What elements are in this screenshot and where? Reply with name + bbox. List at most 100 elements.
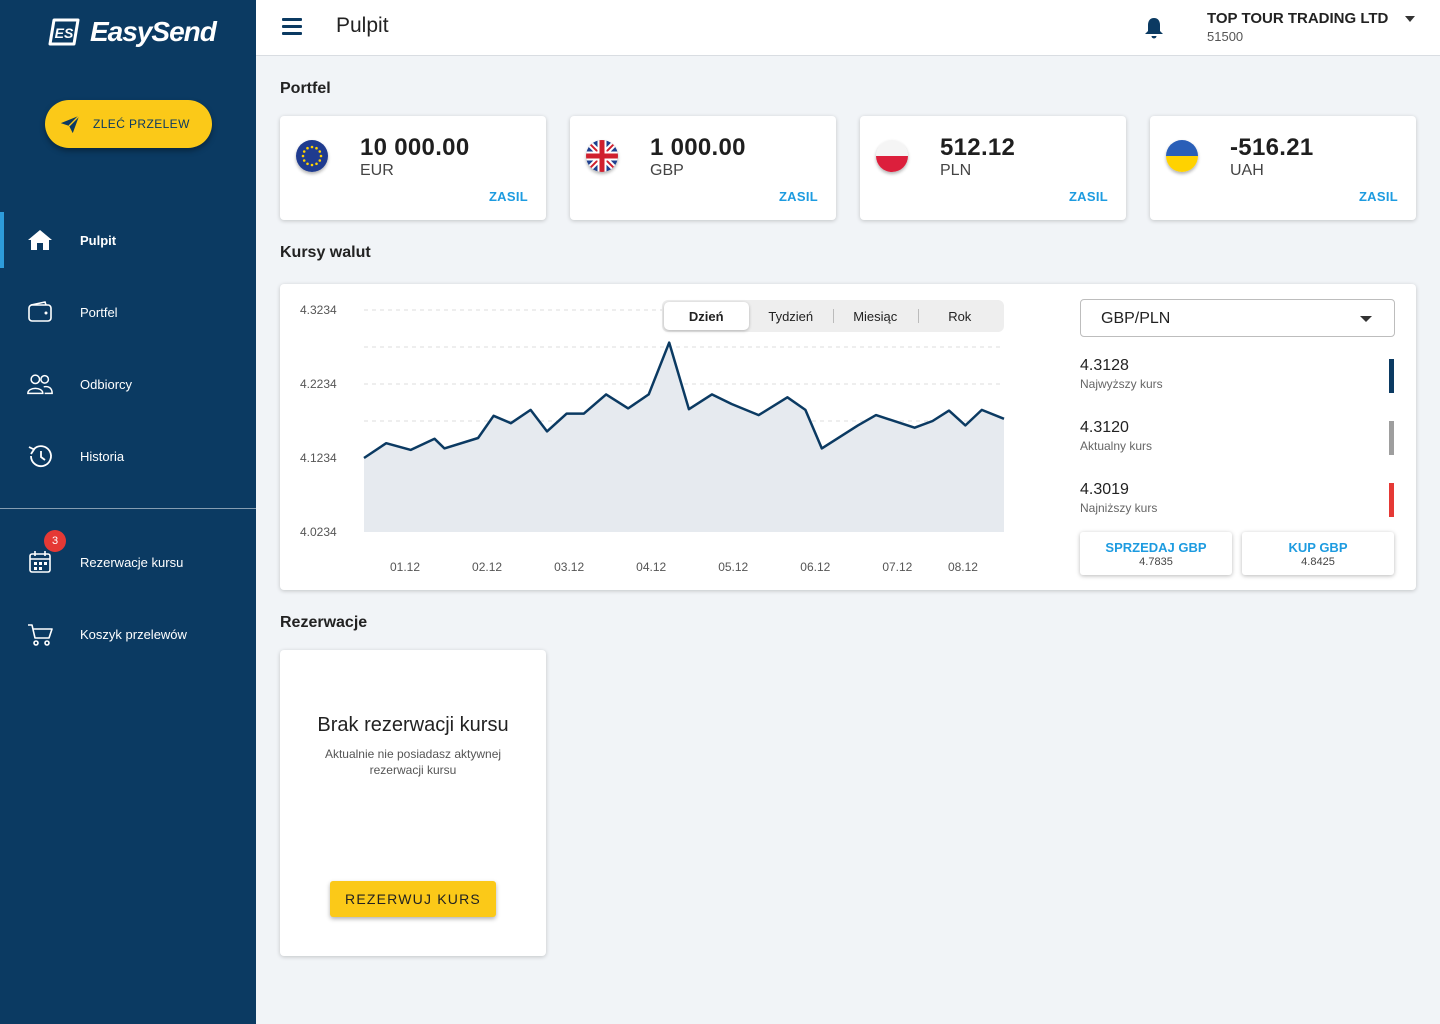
wallet-card-uah: -516.21 UAH ZASIL bbox=[1150, 116, 1416, 220]
pl-flag-icon bbox=[876, 140, 908, 172]
sell-gbp-button[interactable]: SPRZEDAJ GBP 4.7835 bbox=[1080, 532, 1232, 575]
order-transfer-button[interactable]: ZLEĆ PRZELEW bbox=[45, 100, 212, 148]
sidebar-item-historia[interactable]: Historia bbox=[0, 428, 256, 484]
sell-gbp-rate: 4.7835 bbox=[1139, 556, 1173, 568]
x-tick-label: 06.12 bbox=[800, 560, 830, 574]
wallet-card-eur: 10 000.00 EUR ZASIL bbox=[280, 116, 546, 220]
sidebar-item-label: Historia bbox=[80, 448, 125, 464]
top-bar: Pulpit TOP TOUR TRADING LTD 51500 bbox=[256, 0, 1440, 56]
reservations-empty-subtitle: Aktualnie nie posiadasz aktywnej rezerwa… bbox=[324, 747, 502, 777]
reservation-count-badge: 3 bbox=[44, 530, 66, 552]
sidebar-item-pulpit[interactable]: Pulpit bbox=[0, 212, 256, 268]
wallet-currency: EUR bbox=[360, 162, 394, 179]
sidebar-item-label: Pulpit bbox=[80, 232, 117, 248]
wallet-heading: Portfel bbox=[280, 80, 331, 97]
history-icon bbox=[26, 442, 54, 470]
menu-icon[interactable] bbox=[282, 18, 302, 36]
sidebar-item-odbiorcy[interactable]: Odbiorcy bbox=[0, 356, 256, 412]
wallet-amount: 512.12 bbox=[940, 134, 1016, 161]
wallet-currency: UAH bbox=[1230, 162, 1264, 179]
users-icon bbox=[26, 370, 54, 398]
easysend-logo-icon: ES bbox=[48, 18, 80, 46]
current-rate-label: Aktualny kurs bbox=[1080, 439, 1153, 453]
sidebar: ES EasySend ZLEĆ PRZELEW Pulpit Portfel … bbox=[0, 0, 256, 1024]
highest-rate-value: 4.3128 bbox=[1080, 357, 1129, 374]
tab-miesiac[interactable]: Miesiąc bbox=[833, 302, 918, 330]
sell-gbp-label: SPRZEDAJ GBP bbox=[1105, 540, 1207, 555]
brand-logo[interactable]: ES EasySend bbox=[48, 16, 217, 48]
wallet-card-gbp: 1 000.00 GBP ZASIL bbox=[570, 116, 836, 220]
reserve-rate-button[interactable]: REZERWUJ KURS bbox=[330, 881, 496, 917]
svg-text:ES: ES bbox=[55, 25, 74, 41]
y-tick-label: 4.1234 bbox=[300, 451, 337, 465]
sidebar-item-label: Portfel bbox=[80, 304, 118, 320]
period-tabs: Dzień Tydzień Miesiąc Rok bbox=[662, 300, 1004, 332]
sidebar-item-rezerwacje-kursu[interactable]: 3 Rezerwacje kursu bbox=[0, 530, 256, 590]
top-up-button[interactable]: ZASIL bbox=[779, 189, 818, 204]
x-tick-label: 04.12 bbox=[636, 560, 666, 574]
notifications-bell-icon[interactable] bbox=[1142, 16, 1166, 40]
x-tick-label: 08.12 bbox=[948, 560, 978, 574]
current-rate-stat: 4.3120 Aktualny kurs bbox=[1080, 419, 1152, 453]
reservations-card: Brak rezerwacji kursu Aktualnie nie posi… bbox=[280, 650, 546, 956]
tab-tydzien[interactable]: Tydzień bbox=[749, 302, 834, 330]
highest-rate-indicator bbox=[1389, 359, 1394, 393]
wallet-currency: PLN bbox=[940, 162, 972, 179]
sidebar-item-label: Koszyk przelewów bbox=[80, 626, 187, 642]
x-tick-label: 03.12 bbox=[554, 560, 584, 574]
lowest-rate-stat: 4.3019 Najniższy kurs bbox=[1080, 481, 1157, 515]
top-up-button[interactable]: ZASIL bbox=[1069, 189, 1108, 204]
wallet-icon bbox=[26, 298, 54, 326]
highest-rate-stat: 4.3128 Najwyższy kurs bbox=[1080, 357, 1163, 391]
company-id: 51500 bbox=[1207, 29, 1244, 44]
current-rate-value: 4.3120 bbox=[1080, 419, 1129, 436]
lowest-rate-label: Najniższy kurs bbox=[1080, 501, 1158, 515]
calendar-icon bbox=[26, 548, 54, 576]
current-rate-indicator bbox=[1389, 421, 1394, 455]
buy-gbp-label: KUP GBP bbox=[1288, 540, 1348, 555]
wallet-card-pln: 512.12 PLN ZASIL bbox=[860, 116, 1126, 220]
top-up-button[interactable]: ZASIL bbox=[489, 189, 528, 204]
sidebar-item-portfel[interactable]: Portfel bbox=[0, 284, 256, 340]
order-transfer-label: ZLEĆ PRZELEW bbox=[93, 117, 190, 131]
wallet-amount: 10 000.00 bbox=[360, 134, 470, 161]
y-tick-label: 4.2234 bbox=[300, 377, 337, 391]
sidebar-item-label: Odbiorcy bbox=[80, 376, 133, 392]
ua-flag-icon bbox=[1166, 140, 1198, 172]
reservations-empty-title: Brak rezerwacji kursu bbox=[317, 714, 509, 736]
x-tick-label: 01.12 bbox=[390, 560, 420, 574]
chevron-down-icon[interactable] bbox=[1405, 16, 1415, 22]
currency-pair-select[interactable]: GBP/PLN bbox=[1080, 299, 1395, 337]
series-area bbox=[364, 342, 1004, 532]
buy-gbp-rate: 4.8425 bbox=[1301, 556, 1335, 568]
chevron-down-icon bbox=[1360, 316, 1372, 322]
rates-heading: Kursy walut bbox=[280, 244, 371, 261]
x-tick-label: 02.12 bbox=[472, 560, 502, 574]
tab-dzien[interactable]: Dzień bbox=[664, 302, 749, 330]
wallet-amount: -516.21 bbox=[1230, 134, 1314, 161]
page-title: Pulpit bbox=[336, 14, 389, 37]
sidebar-item-koszyk-przelewow[interactable]: Koszyk przelewów bbox=[0, 606, 256, 662]
highest-rate-label: Najwyższy kurs bbox=[1080, 377, 1163, 391]
y-tick-label: 4.0234 bbox=[300, 525, 337, 539]
sidebar-item-label: Rezerwacje kursu bbox=[80, 554, 184, 570]
wallet-amount: 1 000.00 bbox=[650, 134, 746, 161]
x-tick-label: 05.12 bbox=[718, 560, 748, 574]
x-tick-label: 07.12 bbox=[882, 560, 912, 574]
company-switcher[interactable]: TOP TOUR TRADING LTD 51500 bbox=[1207, 10, 1388, 44]
tab-rok[interactable]: Rok bbox=[917, 302, 1003, 330]
home-icon bbox=[26, 226, 54, 254]
lowest-rate-indicator bbox=[1389, 483, 1394, 517]
wallet-currency: GBP bbox=[650, 162, 684, 179]
y-tick-label: 4.3234 bbox=[300, 303, 337, 317]
uk-flag-icon bbox=[586, 140, 618, 172]
company-name: TOP TOUR TRADING LTD bbox=[1207, 10, 1389, 27]
top-up-button[interactable]: ZASIL bbox=[1359, 189, 1398, 204]
eu-flag-icon bbox=[296, 140, 328, 172]
cart-icon bbox=[26, 620, 54, 648]
reservations-heading: Rezerwacje bbox=[280, 614, 368, 631]
buy-gbp-button[interactable]: KUP GBP 4.8425 bbox=[1242, 532, 1394, 575]
lowest-rate-value: 4.3019 bbox=[1080, 481, 1129, 498]
send-plane-icon bbox=[60, 115, 80, 134]
brand-name: EasySend bbox=[90, 16, 217, 47]
